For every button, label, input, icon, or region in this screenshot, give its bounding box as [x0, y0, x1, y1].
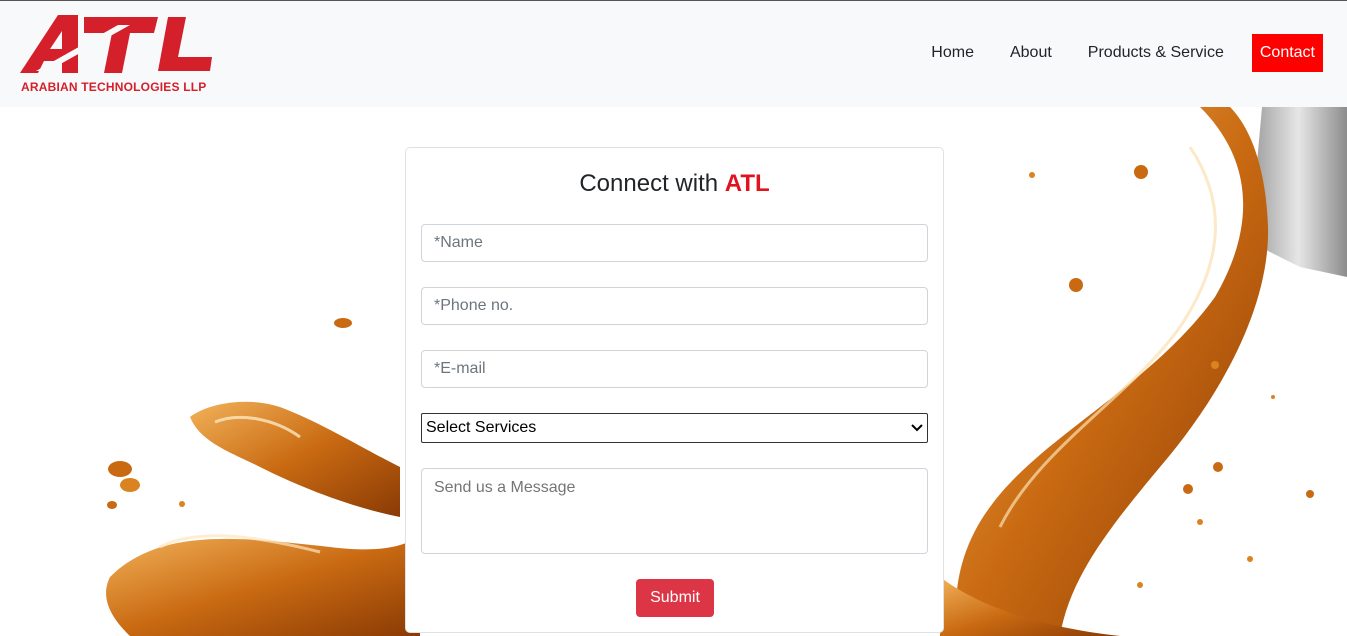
form-title: Connect with ATL [406, 170, 943, 198]
chevron-down-icon [911, 424, 923, 432]
phone-input[interactable] [421, 287, 928, 325]
contact-form-card: Connect with ATL Select Services Submit [405, 147, 944, 633]
message-textarea[interactable] [421, 468, 928, 554]
name-input[interactable] [421, 224, 928, 262]
main-nav: Home About Products & Service Contact [913, 34, 1323, 72]
form-title-prefix: Connect with [579, 170, 719, 197]
form-title-brand: ATL [724, 170, 770, 197]
email-input[interactable] [421, 350, 928, 388]
nav-about[interactable]: About [992, 34, 1070, 72]
logo-tagline: ARABIAN TECHNOLOGIES LLP [21, 80, 207, 94]
nav-home[interactable]: Home [913, 34, 992, 72]
nav-products-service[interactable]: Products & Service [1070, 34, 1242, 72]
atl-logo[interactable]: ARABIAN TECHNOLOGIES LLP [18, 13, 218, 97]
submit-button[interactable]: Submit [636, 579, 714, 617]
services-select[interactable]: Select Services [421, 413, 928, 443]
atl-logo-mark [20, 15, 212, 73]
services-select-value: Select Services [426, 419, 537, 436]
navbar: ARABIAN TECHNOLOGIES LLP Home About Prod… [0, 1, 1347, 107]
nav-contact[interactable]: Contact [1251, 34, 1323, 72]
